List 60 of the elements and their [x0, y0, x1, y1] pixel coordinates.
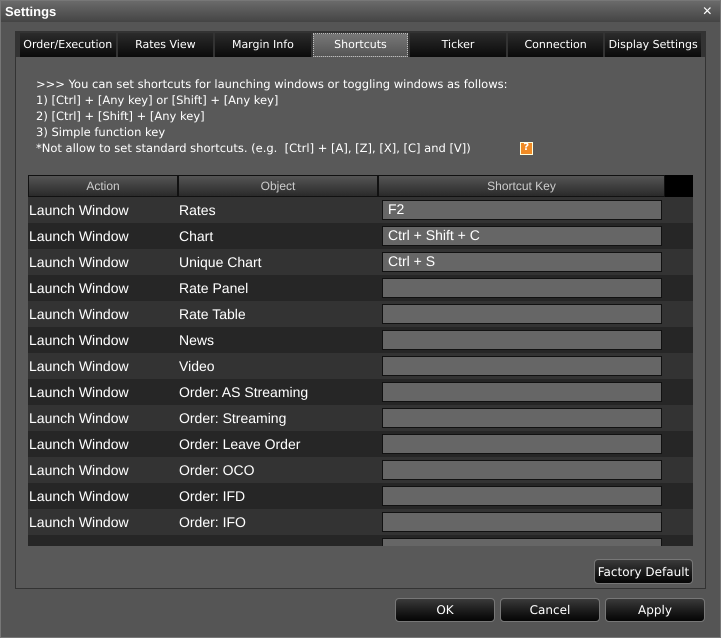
table-cell: Rates	[179, 202, 216, 218]
table-cell: Order: IFO	[179, 514, 246, 530]
shortcut-field[interactable]: Ctrl + S	[382, 252, 662, 272]
table-cell: Launch Window	[29, 332, 129, 348]
table-cell: Launch Window	[29, 358, 129, 374]
shortcut-field[interactable]	[382, 382, 662, 402]
instruction-text: 1) [Ctrl] + [Any key] or [Shift] + [Any key]	[36, 92, 278, 108]
tab[interactable]: Rates View	[118, 33, 214, 57]
close-button[interactable]: ×	[698, 4, 716, 20]
table-cell: Rate Table	[179, 306, 246, 322]
shortcut-field[interactable]	[382, 460, 662, 480]
table-cell: Order: Leave Order	[179, 436, 300, 452]
table-cell: Order: Streaming	[179, 410, 286, 426]
table-cell: Launch Window	[29, 254, 129, 270]
table-cell: Launch Window	[29, 228, 129, 244]
dialog-button[interactable]: Cancel	[500, 598, 600, 622]
instruction-text: >>> You can set shortcuts for launching windows or toggling windows as follows:	[36, 76, 508, 92]
shortcut-field[interactable]	[382, 408, 662, 428]
column-header: Action	[28, 175, 178, 197]
shortcut-field[interactable]	[382, 304, 662, 324]
tab[interactable]: Margin Info	[215, 33, 311, 57]
table-cell: Launch Window	[29, 514, 129, 530]
table-cell: Launch Window	[29, 488, 129, 504]
tab[interactable]: Display Settings	[605, 33, 701, 57]
table-cell: Order: IFD	[179, 488, 246, 504]
shortcut-field[interactable]	[382, 512, 662, 532]
shortcut-field[interactable]	[382, 356, 662, 376]
table-cell: Launch Window	[29, 462, 129, 478]
column-header: Shortcut Key	[378, 175, 665, 197]
table-cell: Video	[179, 358, 215, 374]
table-cell: Launch Window	[29, 202, 129, 218]
window-title: Settings	[5, 2, 56, 21]
shortcut-field[interactable]: F2	[382, 200, 662, 220]
table-cell: Rate Panel	[179, 280, 248, 296]
table-cell: News	[179, 332, 214, 348]
table-cell: Chart	[179, 228, 214, 244]
shortcut-field[interactable]	[382, 486, 662, 506]
dialog-button[interactable]: OK	[395, 598, 495, 622]
shortcut-field[interactable]	[382, 278, 662, 298]
table-cell: Order: AS Streaming	[179, 384, 308, 400]
tab[interactable]: Connection	[508, 33, 604, 57]
tab[interactable]: Order/Execution	[20, 33, 116, 57]
shortcut-field[interactable]	[382, 330, 662, 350]
instruction-text: 2) [Ctrl] + [Shift] + [Any key]	[36, 108, 205, 124]
column-header: Object	[178, 175, 378, 197]
instruction-text: 3) Simple function key	[36, 124, 166, 140]
table-cell: Launch Window	[29, 436, 129, 452]
table-cell: Unique Chart	[179, 254, 262, 270]
table-cell: Launch Window	[29, 280, 129, 296]
table-cell: Order: OCO	[179, 462, 254, 478]
table-cell: Launch Window	[29, 306, 129, 322]
factory-default-button[interactable]: Factory Default	[594, 559, 693, 584]
dialog-button[interactable]: Apply	[605, 598, 705, 622]
tab[interactable]: Ticker	[410, 33, 506, 57]
shortcut-field[interactable]: Ctrl + Shift + C	[382, 226, 662, 246]
tab[interactable]: Shortcuts	[312, 33, 408, 57]
table-cell: Launch Window	[29, 410, 129, 426]
instruction-text: *Not allow to set standard shortcuts. (e.g. [Ctrl] + [A], [Z], [X], [C] and [V])	[36, 140, 471, 156]
shortcut-field[interactable]	[382, 434, 662, 454]
table-cell: Launch Window	[29, 384, 129, 400]
